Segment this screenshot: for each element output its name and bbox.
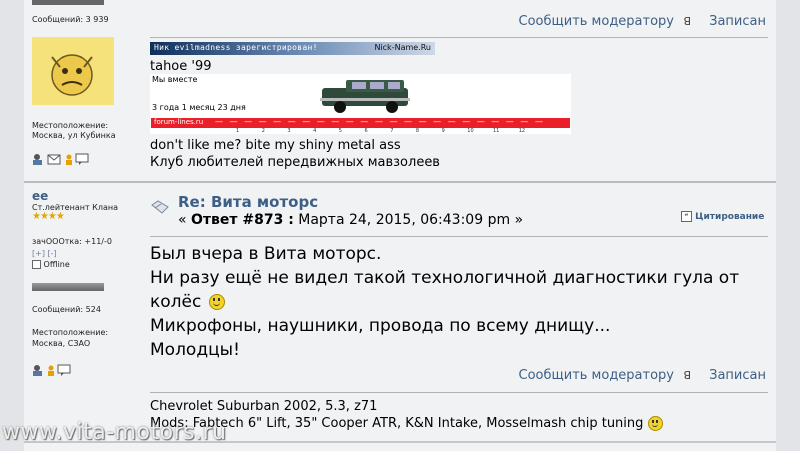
smiley-icon: [208, 294, 225, 310]
ticker-duration: 3 года 1 месяц 23 дня: [152, 103, 246, 112]
email-icon[interactable]: [47, 154, 61, 165]
ticker-scale-label: 9: [441, 128, 445, 134]
reply-date: Марта 24, 2015, 06:43:09 pm »: [293, 212, 524, 228]
post2-signature-separator: [150, 392, 768, 393]
post-body-line2-wrap: Ни разу ещё не видел такой технологичной…: [150, 266, 768, 314]
profile-icon[interactable]: [33, 154, 42, 165]
offline-checkbox-icon: [32, 260, 41, 269]
post2-author-name[interactable]: ee: [32, 189, 48, 203]
logged-link[interactable]: Записан: [709, 368, 766, 383]
post1-signature-line1: don't like me? bite my shiny metal ass: [150, 138, 401, 153]
post-body-line4: Молодцы!: [150, 340, 240, 360]
karma-icon[interactable]: [48, 365, 54, 377]
ticker-scale-label: 5: [338, 128, 342, 134]
post-icon: [150, 199, 170, 217]
post2-profile-icons: [32, 362, 76, 376]
post-body-line3: Микрофоны, наушники, провода по всему дн…: [150, 316, 611, 336]
logged-link[interactable]: Записан: [709, 14, 766, 29]
post2-location-label: Местоположение:: [32, 328, 109, 337]
post2-author-panel: ee Ст.лейтенант Клана ★★★★ зачОООтка: +1…: [24, 186, 144, 386]
post2-karma: зачОООтка: +11/-0: [32, 237, 112, 246]
post2-action-bar: Сообщить модератору ꓭ Записан: [150, 366, 768, 386]
post1-messages: Сообщений: 3 939: [32, 15, 109, 24]
post1-location-value: Москва, ул Кубинка: [32, 131, 116, 140]
forum-lines-ticker[interactable]: Мы вместе 3 года 1 месяц 23 дня forum-li…: [150, 74, 571, 134]
post-body-line2: Ни разу ещё не видел такой технологичной…: [150, 268, 740, 312]
reply-line: « Ответ #873 : Марта 24, 2015, 06:43:09 …: [178, 212, 523, 228]
post1-car-line: tahoe '99: [150, 59, 212, 74]
post2-status: Offline: [32, 260, 70, 269]
post2-messages: Сообщений: 524: [32, 305, 101, 314]
report-to-moderator-link[interactable]: Сообщить модератору: [519, 14, 675, 29]
post-title[interactable]: Re: Вита моторс: [178, 193, 318, 211]
post2-header-separator: [150, 236, 768, 237]
avatar-drawing: [32, 37, 114, 105]
nickname-banner-site: Nick-Name.Ru: [374, 43, 431, 52]
post1-author-panel: Сообщений: 3 939 Местоположение: Москва,…: [24, 0, 144, 178]
ticker-scale-label: 7: [390, 128, 394, 134]
ticker-label: Мы вместе: [152, 75, 198, 84]
nickname-banner[interactable]: Ник evilmadness зарегистрирован! Nick-Na…: [150, 42, 435, 55]
post1-signature-separator: [150, 37, 768, 38]
quote-label: Цитирование: [695, 212, 765, 222]
ticker-scale: 1 2 3 4 5 6 7 8 9 10 11 12: [150, 128, 571, 134]
post1-signature-line2: Клуб любителей передвижных мавзолеев: [150, 155, 440, 170]
post-separator: [24, 181, 776, 183]
site-watermark: www.vita-motors.ru: [2, 420, 227, 445]
post1-profile-icons: [32, 151, 90, 165]
report-to-moderator-link[interactable]: Сообщить модератору: [519, 368, 675, 383]
ticker-scale-label: 2: [261, 128, 265, 134]
status-text: Offline: [43, 260, 70, 269]
reply-number[interactable]: Ответ #873 :: [191, 212, 294, 228]
post-body-line1: Был вчера в Вита моторс.: [150, 244, 382, 264]
ticker-scale-label: 10: [467, 128, 474, 134]
ticker-scale-label: 1: [236, 128, 240, 134]
ticker-scale-label: 3: [287, 128, 291, 134]
karma-minus-button[interactable]: [-]: [48, 249, 57, 258]
karma-icon[interactable]: [66, 154, 72, 166]
ticker-bar: forum-lines.ru — — — — — — — — — — — — —…: [151, 117, 570, 128]
quote-button[interactable]: “ Цитирование: [681, 211, 764, 222]
pm-icon[interactable]: [57, 364, 71, 376]
quote-icon: “: [681, 211, 692, 222]
post2-rank-stars: ★★★★: [32, 211, 65, 222]
post1-avatar[interactable]: [32, 37, 114, 105]
post-body: Был вчера в Вита моторс. Ни разу ещё не …: [150, 242, 768, 362]
logged-icon: ꓭ: [683, 369, 691, 382]
ticker-dashes: — — — — — — — — — — — — — — — — — — — — …: [215, 117, 545, 126]
reply-prefix: «: [178, 212, 192, 228]
smiley-icon: [647, 416, 663, 431]
profile-icon[interactable]: [33, 365, 42, 376]
post2-karma-buttons: [+] [-]: [32, 249, 57, 258]
post1-action-bar: Сообщить модератору ꓭ Записан: [150, 12, 768, 32]
logged-icon: ꓭ: [683, 15, 691, 28]
ticker-scale-label: 4: [313, 128, 317, 134]
ticker-scale-label: 6: [364, 128, 368, 134]
ticker-site: forum-lines.ru: [154, 118, 204, 126]
karma-plus-button[interactable]: [+]: [32, 249, 45, 258]
ticker-scale-label: 8: [415, 128, 420, 134]
post2-signature-line1: Chevrolet Suburban 2002, 5.3, z71: [150, 399, 378, 414]
ticker-scale-label: 12: [518, 128, 526, 134]
ticker-scale-label: 11: [493, 128, 500, 134]
post1-author-bar: [32, 0, 104, 5]
suv-image: [320, 80, 410, 113]
post1-location-label: Местоположение:: [32, 121, 109, 130]
nickname-banner-text: Ник evilmadness зарегистрирован!: [154, 43, 318, 52]
post2-author-bar: [32, 283, 104, 291]
post2-location-value: Москва, СЗАО: [32, 339, 91, 348]
pm-icon[interactable]: [75, 153, 89, 165]
